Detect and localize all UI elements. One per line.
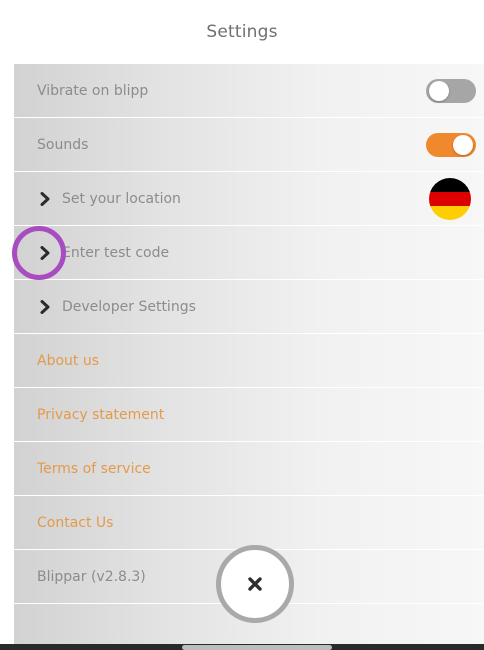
sounds-toggle[interactable] <box>426 133 476 157</box>
toggle-knob <box>429 81 449 101</box>
privacy-statement-link[interactable]: Privacy statement <box>14 388 484 442</box>
sounds-label: Sounds <box>37 136 89 153</box>
sounds-row: Sounds <box>14 118 484 172</box>
vibrate-toggle[interactable] <box>426 79 476 103</box>
test-code-label: Enter test code <box>62 244 170 261</box>
chevron-right-icon <box>36 189 54 209</box>
toggle-knob <box>453 135 473 155</box>
tap-highlight-ring <box>12 226 66 280</box>
version-label: Blippar (v2.8.3) <box>37 568 146 585</box>
location-label: Set your location <box>62 190 181 207</box>
vibrate-label: Vibrate on blipp <box>37 82 149 99</box>
germany-flag-icon[interactable] <box>429 178 471 220</box>
terms-of-service-label: Terms of service <box>37 460 151 477</box>
location-row[interactable]: Set your location <box>14 172 484 226</box>
chevron-right-icon <box>36 297 54 317</box>
vibrate-row: Vibrate on blipp <box>14 64 484 118</box>
header: Settings <box>0 0 484 64</box>
close-icon <box>248 577 262 591</box>
developer-settings-label: Developer Settings <box>62 298 196 315</box>
about-us-link[interactable]: About us <box>14 334 484 388</box>
contact-us-link[interactable]: Contact Us <box>14 496 484 550</box>
contact-us-label: Contact Us <box>37 514 114 531</box>
terms-of-service-link[interactable]: Terms of service <box>14 442 484 496</box>
home-indicator[interactable] <box>182 645 332 650</box>
close-button[interactable] <box>216 545 294 623</box>
test-code-row[interactable]: Enter test code <box>14 226 484 280</box>
about-us-label: About us <box>37 352 100 369</box>
page-title: Settings <box>206 22 278 42</box>
privacy-statement-label: Privacy statement <box>37 406 165 423</box>
developer-settings-row[interactable]: Developer Settings <box>14 280 484 334</box>
